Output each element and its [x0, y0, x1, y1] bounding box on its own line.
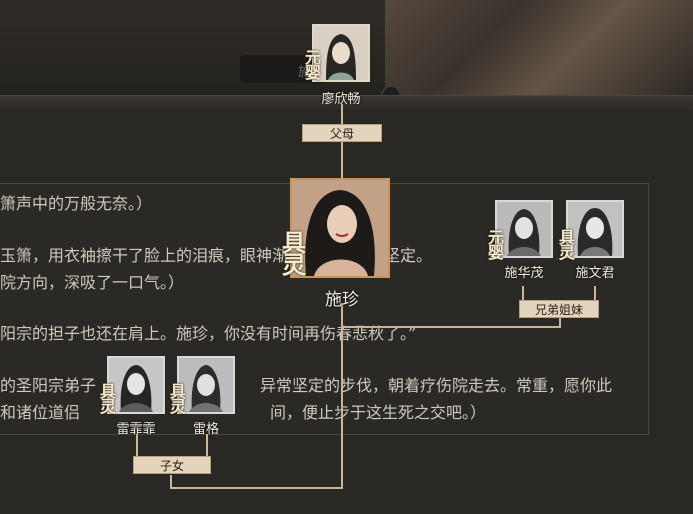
tree-line: [170, 487, 343, 489]
children-tag: 子女: [133, 456, 211, 474]
child-realm-badge: 具灵: [100, 382, 117, 416]
scene-artwork: [385, 0, 693, 95]
dialog-line: 异常坚定的步伐，朝着疗伤院走去。常重，愿你此: [260, 376, 613, 395]
character-face-icon: [179, 358, 233, 412]
tree-line: [341, 104, 343, 124]
main-realm-badge: 具灵: [282, 228, 306, 279]
child-realm-badge: 具灵: [170, 382, 187, 416]
sibling-name: 施文君: [575, 266, 615, 281]
parent-name: 廖欣畅: [321, 92, 361, 107]
dialog-line: 箫声中的万般无奈。）: [0, 194, 153, 213]
tree-line: [206, 434, 208, 456]
tree-line: [343, 326, 561, 328]
child-name: 雷霏霏: [116, 422, 156, 437]
child-name: 雷格: [192, 422, 219, 437]
tree-line: [559, 318, 561, 328]
parent-realm-badge: 元婴: [305, 48, 322, 82]
tree-line: [170, 475, 172, 489]
sibling-realm-badge: 具灵: [559, 228, 576, 262]
dialog-line: 院方向，深吸了一口气。）: [0, 273, 185, 292]
character-face-icon: [109, 358, 163, 412]
tree-line: [341, 142, 343, 180]
parents-tag: 父母: [302, 124, 382, 142]
tree-line: [341, 303, 343, 489]
tree-line: [136, 434, 138, 456]
character-face-icon: [292, 180, 388, 276]
sibling-realm-badge: 元婴: [488, 228, 505, 262]
character-face-icon: [568, 202, 622, 256]
dialog-line: 和诸位道侣: [0, 403, 81, 422]
dialog-line: 的圣阳宗弟子: [0, 376, 97, 395]
tree-line: [522, 286, 524, 300]
character-face-icon: [497, 202, 551, 256]
dialog-line: 阳宗的担子也还在肩上。施珍，你没有时间再伤春悲秋了。”: [0, 324, 417, 343]
tree-line: [594, 286, 596, 300]
character-face-icon: [314, 26, 368, 80]
sibling-name: 施华茂: [504, 266, 544, 281]
main-character-name: 施珍: [325, 290, 359, 310]
siblings-tag: 兄弟姐妹: [519, 300, 599, 318]
dialog-line: 间，便止步于这生死之交吧。）: [270, 403, 487, 422]
